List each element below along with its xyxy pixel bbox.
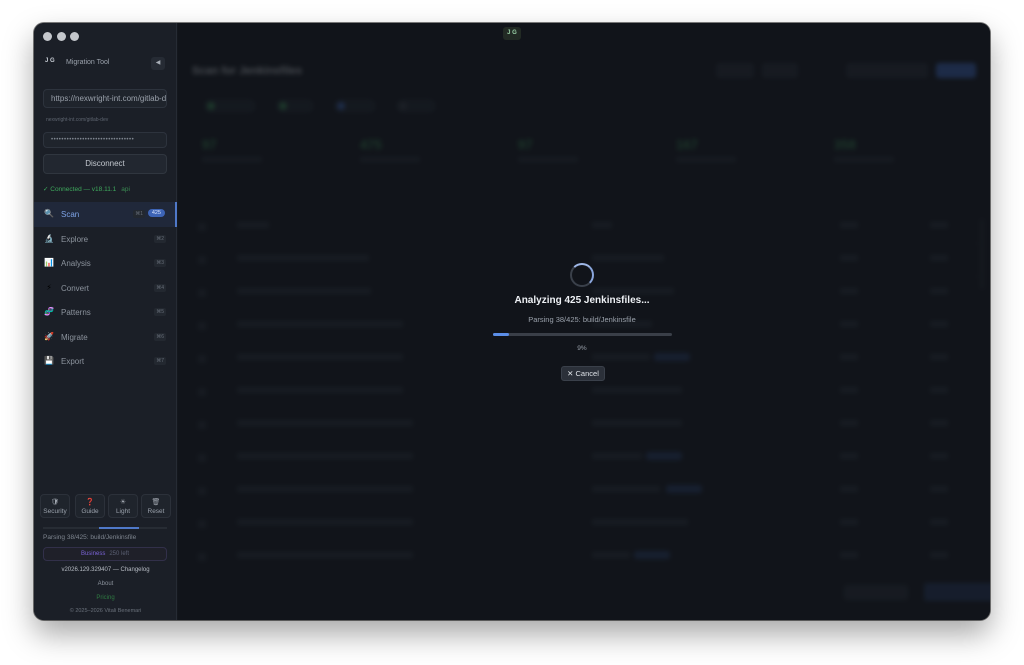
search-icon: 🔍 [44,209,54,218]
server-url-input[interactable] [43,89,167,108]
plan-badge[interactable]: Business 250 left [43,547,167,561]
version-changelog-link[interactable]: v2026.129.329407 — Changelog [34,567,177,573]
light-theme-button[interactable]: ☀ Light [108,494,138,518]
title-bar: J G [34,23,990,49]
app-logo: J G [45,58,55,64]
security-button[interactable]: 🛡 Security [40,494,70,518]
connection-status: ✓ Connected — v18.11.1 api [43,185,130,193]
close-window-button[interactable] [43,32,52,41]
sidebar-header: J G Migration Tool ◀ [34,53,177,75]
sidebar-item-explore[interactable]: 🔬 Explore ⌘2 [34,227,177,252]
shortcut-badge: ⌘1 [133,210,145,218]
sidebar-item-label: Convert [61,283,90,293]
shortcut-badge: ⌘2 [154,234,166,243]
sidebar-item-convert[interactable]: ⚡ Convert ⌘4 [34,276,177,301]
sidebar: J G Migration Tool ◀ nexwright-int.com/g… [34,23,177,620]
minimize-window-button[interactable] [57,32,66,41]
microscope-icon: 🔬 [44,233,54,243]
shortcut-badge: ⌘3 [154,259,166,267]
sidebar-item-label: Explore [61,234,89,244]
sun-icon: ☀ [119,499,127,506]
sidebar-progress-bar [43,527,167,529]
sidebar-item-scan[interactable]: 🔍 Scan ⌘1 425 [34,202,177,227]
modal-progress-bar [493,333,672,336]
floppy-icon: 💾 [44,356,54,365]
modal-heading: Analyzing 425 Jenkinsfiles... [514,295,650,306]
tool-label: Reset [147,508,165,515]
sidebar-status-text: Parsing 38/425: build/Jenkinsfile [43,534,137,541]
sidebar-item-label: Analysis [61,259,91,268]
plan-remaining: 250 left [109,551,130,557]
rocket-icon: 🚀 [44,331,54,341]
modal-progress-text: Parsing 38/425: build/Jenkinsfile [528,315,636,324]
reset-button[interactable]: 🗑 Reset [141,494,171,518]
sidebar-item-patterns[interactable]: 🧬 Patterns ⌘5 [34,300,177,325]
progress-modal: Analyzing 425 Jenkinsfiles... Parsing 38… [472,257,692,387]
sidebar-item-analysis[interactable]: 📊 Analysis ⌘3 [34,251,177,276]
shortcut-badge: ⌘7 [154,357,166,365]
tool-label: Light [115,508,131,515]
sidebar-item-label: Scan [61,210,80,219]
about-link[interactable]: About [34,581,177,587]
sidebar-item-label: Export [61,357,85,366]
count-badge: 425 [147,209,165,217]
access-token-field[interactable]: •••••••••••••••••••••••••••••••• [43,132,167,148]
trash-icon: 🗑 [151,499,161,506]
question-icon: ❓ [85,499,95,506]
server-url-hint: nexwright-int.com/gitlab-dev [46,117,109,123]
pricing-link[interactable]: Pricing [34,595,177,601]
app-name: Migration Tool [66,59,110,66]
tool-label: Guide [81,508,99,515]
sidebar-item-export[interactable]: 💾 Export ⌘7 [34,349,177,374]
shortcut-badge: ⌘5 [154,308,166,316]
sidebar-item-label: Migrate [61,332,88,342]
loading-spinner-icon [570,263,594,287]
shortcut-badge: ⌘4 [154,283,166,292]
shortcut-badge: ⌘6 [154,332,166,341]
lightning-icon: ⚡ [46,282,52,292]
sidebar-item-migrate[interactable]: 🚀 Migrate ⌘6 [34,325,177,350]
plan-tier: Business [80,551,106,557]
cancel-button[interactable]: ✕ Cancel [561,366,605,381]
disconnect-button[interactable]: Disconnect [43,154,167,174]
sidebar-tools: 🛡 Security ❓ Guide ☀ Light 🗑 Reset [38,494,173,519]
tool-label: Security [43,508,67,515]
copyright: © 2025–2026 Vitali Benemari [69,608,142,614]
modal-percent: 9% [577,345,587,352]
zoom-window-button[interactable] [70,32,79,41]
chart-icon: 📊 [44,258,54,267]
sidebar-nav: 🔍 Scan ⌘1 425 🔬 Explore ⌘2 📊 Analysis ⌘3… [34,202,177,374]
shield-icon: 🛡 [50,499,60,506]
main-panel: Scan for Jenkinsfiles 97 475 97 167 358 [178,23,990,620]
sidebar-progress-fill [99,527,139,529]
guide-button[interactable]: ❓ Guide [75,494,105,518]
sidebar-item-label: Patterns [61,308,91,317]
connection-api-label: api [121,186,130,193]
connection-status-text: ✓ Connected — v18.11.1 [43,186,117,193]
title-logo: J G [503,27,521,40]
app-window: J G J G Migration Tool ◀ nexwright-int.c… [34,23,990,620]
dna-icon: 🧬 [44,307,54,316]
modal-progress-fill [493,333,510,336]
collapse-sidebar-icon[interactable]: ◀ [151,57,165,70]
